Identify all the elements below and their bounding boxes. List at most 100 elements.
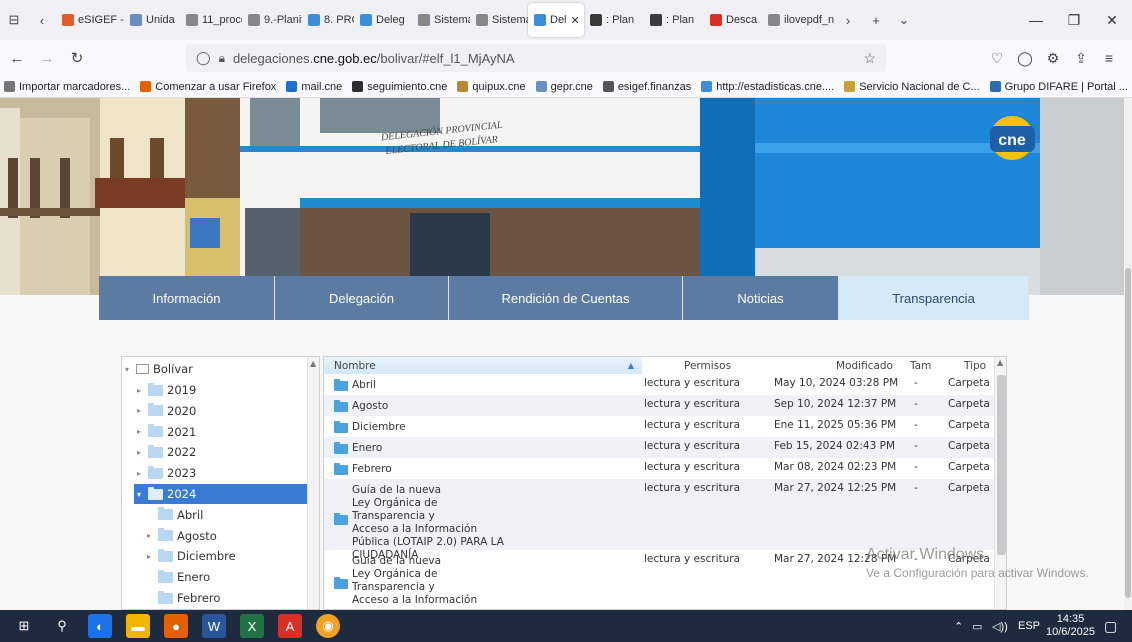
windows-start-icon[interactable]: ⊞: [12, 614, 36, 638]
lock-icon[interactable]: 🔒︎: [219, 51, 225, 66]
tree-item[interactable]: ▸ Agosto: [144, 526, 307, 546]
tree-item[interactable]: ▸ 2021: [134, 422, 307, 442]
tree-item[interactable]: Abril: [144, 505, 307, 525]
close-window-icon[interactable]: ✕: [1092, 0, 1132, 40]
browser-tab[interactable]: eSIGEF - S: [56, 3, 124, 37]
column-header-modified[interactable]: Modificado: [836, 357, 893, 374]
file-row[interactable]: Guía de la nueva Ley Orgánica de Transpa…: [324, 479, 994, 561]
minimize-window-icon[interactable]: —: [1016, 0, 1056, 40]
tree-scrollbar[interactable]: ▲: [307, 357, 319, 609]
tree-item[interactable]: ▸ Diciembre: [144, 546, 307, 566]
bookmark-item[interactable]: mail.cne: [286, 81, 342, 93]
browser-tab[interactable]: 9.-Planific: [242, 3, 302, 37]
expand-arrow-icon[interactable]: ▸: [134, 427, 144, 436]
collapse-arrow-icon[interactable]: ▾: [134, 490, 144, 499]
collapse-arrow-icon[interactable]: ▾: [122, 365, 132, 374]
chrome-icon[interactable]: ◉: [316, 614, 340, 638]
browser-tab[interactable]: Deleg: [354, 3, 412, 37]
file-row[interactable]: Agosto lectura y escritura Sep 10, 2024 12…: [324, 395, 994, 416]
menu-informacion[interactable]: Información: [99, 276, 275, 320]
back-icon[interactable]: ←: [4, 45, 30, 71]
tray-chevron-icon[interactable]: ⌃: [954, 610, 963, 642]
notifications-icon[interactable]: ▢: [1104, 610, 1117, 642]
word-icon[interactable]: W: [202, 614, 226, 638]
column-header-name[interactable]: Nombre ▲: [324, 357, 642, 374]
bookmark-item[interactable]: gepr.cne: [535, 81, 593, 93]
bookmark-item[interactable]: http://estadisticas.cne....: [701, 81, 834, 93]
bookmark-item[interactable]: esigef.finanzas: [602, 81, 691, 93]
tab-list-icon[interactable]: ⊟: [0, 6, 28, 34]
bookmark-item[interactable]: Servicio Nacional de C...: [844, 81, 980, 93]
browser-tab[interactable]: Unida: [124, 3, 180, 37]
forward-icon[interactable]: →: [34, 45, 60, 71]
menu-noticias[interactable]: Noticias: [683, 276, 839, 320]
tree-item[interactable]: ▸ 2022: [134, 442, 307, 462]
edge-icon[interactable]: ◐: [88, 614, 112, 638]
new-tab-icon[interactable]: +: [862, 6, 890, 34]
bookmark-item[interactable]: Grupo DIFARE | Portal ...: [989, 81, 1128, 93]
clock[interactable]: 14:35 10/6/2025: [1046, 610, 1095, 642]
menu-delegacion[interactable]: Delegación: [275, 276, 449, 320]
network-icon[interactable]: ▭: [972, 610, 982, 642]
tree-item[interactable]: Enero: [144, 567, 307, 587]
browser-tab[interactable]: 8. PRC: [302, 3, 354, 37]
page-scroll-thumb[interactable]: [1125, 268, 1131, 598]
acrobat-icon[interactable]: A: [278, 614, 302, 638]
menu-icon[interactable]: ≡: [1096, 44, 1122, 72]
file-row[interactable]: Enero lectura y escritura Feb 15, 2024 02:…: [324, 437, 994, 458]
browser-tab[interactable]: Sistema d: [412, 3, 470, 37]
account-icon[interactable]: ◯: [1012, 44, 1038, 72]
browser-tab[interactable]: Sistema d: [470, 3, 528, 37]
browser-tab[interactable]: 11_proces: [180, 3, 242, 37]
browser-tab[interactable]: Desca: [704, 3, 762, 37]
browser-tab[interactable]: : Plan: [644, 3, 704, 37]
browser-tab[interactable]: ilovepdf_n: [762, 3, 834, 37]
all-tabs-dropdown-icon[interactable]: ⌄: [890, 6, 918, 34]
search-icon[interactable]: ⚲: [50, 614, 74, 638]
file-list-scroll-thumb[interactable]: [997, 375, 1006, 555]
column-header-permissions[interactable]: Permisos: [684, 357, 731, 374]
menu-rendicion-de-cuentas[interactable]: Rendición de Cuentas: [449, 276, 683, 320]
bookmark-item[interactable]: quipux.cne: [457, 81, 526, 93]
menu-transparencia[interactable]: Transparencia: [839, 276, 1029, 320]
file-row[interactable]: Febrero lectura y escritura Mar 08, 2024 0…: [324, 458, 994, 479]
scroll-tabs-right-icon[interactable]: ›: [834, 6, 862, 34]
scroll-tabs-left-icon[interactable]: ‹: [28, 6, 56, 34]
tree-item[interactable]: ▸ 2020: [134, 401, 307, 421]
page-scrollbar[interactable]: [1124, 98, 1132, 610]
expand-arrow-icon[interactable]: ▸: [134, 448, 144, 457]
url-bar[interactable]: ◯ 🔒︎ delegaciones.cne.gob.ec/bolivar/#el…: [186, 44, 886, 72]
tree-item[interactable]: ▾ 2024: [134, 484, 307, 504]
share-icon[interactable]: ⇪: [1068, 44, 1094, 72]
column-header-type[interactable]: Tipo: [964, 357, 986, 374]
bookmark-item[interactable]: seguimiento.cne: [352, 81, 447, 93]
language-indicator[interactable]: ESP: [1018, 610, 1040, 642]
file-explorer-icon[interactable]: ▬: [126, 614, 150, 638]
expand-arrow-icon[interactable]: ▸: [134, 406, 144, 415]
excel-icon[interactable]: X: [240, 614, 264, 638]
extensions-icon[interactable]: ⚙: [1040, 44, 1066, 72]
reload-icon[interactable]: ↻: [64, 45, 90, 71]
tree-item[interactable]: ▸ 2023: [134, 463, 307, 483]
expand-arrow-icon[interactable]: ▸: [134, 469, 144, 478]
restore-window-icon[interactable]: ❐: [1054, 0, 1094, 40]
bookmark-item[interactable]: Comenzar a usar Firefox: [140, 81, 276, 93]
volume-icon[interactable]: ◁)): [992, 610, 1008, 642]
column-header-size[interactable]: Tam: [910, 357, 931, 374]
file-row[interactable]: Diciembre lectura y escritura Ene 11, 2025…: [324, 416, 994, 437]
tree-item[interactable]: ▸ 2019: [134, 380, 307, 400]
firefox-icon[interactable]: ●: [164, 614, 188, 638]
close-tab-icon[interactable]: ✕: [571, 14, 580, 27]
expand-arrow-icon[interactable]: ▸: [134, 386, 144, 395]
expand-arrow-icon[interactable]: ▸: [144, 552, 154, 561]
bookmark-star-icon[interactable]: ☆: [863, 50, 876, 67]
shield-icon[interactable]: ◯: [196, 50, 211, 66]
file-row[interactable]: Abril lectura y escritura May 10, 2024 03:…: [324, 374, 994, 395]
pocket-icon[interactable]: ♡: [984, 44, 1010, 72]
tree-root-bolivar[interactable]: ▾ Bolívar: [122, 359, 307, 379]
browser-tab[interactable]: : Plan: [584, 3, 644, 37]
bookmark-item[interactable]: Importar marcadores...: [4, 81, 130, 93]
browser-tab[interactable]: Del ✕: [528, 3, 584, 37]
expand-arrow-icon[interactable]: ▸: [144, 531, 154, 540]
tree-item[interactable]: Febrero: [144, 588, 307, 608]
